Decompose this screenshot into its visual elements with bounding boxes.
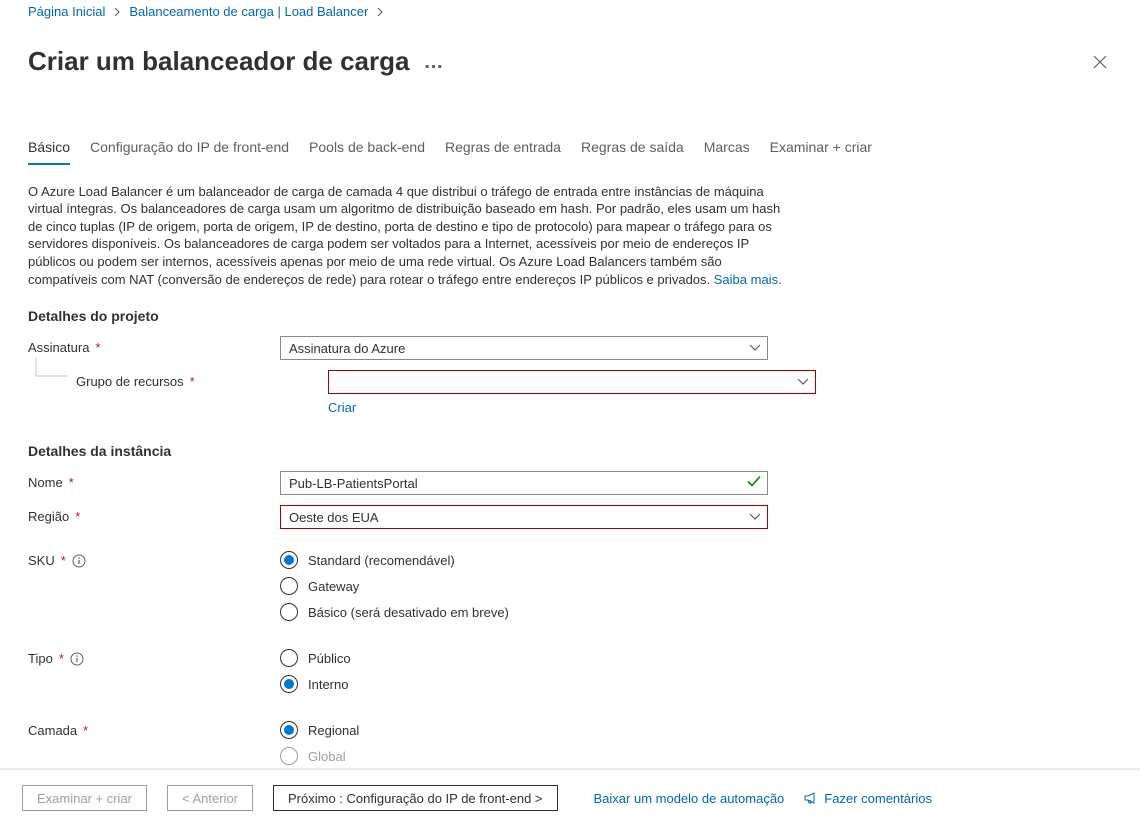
- tab-outbound-rules[interactable]: Regras de saída: [581, 139, 684, 165]
- region-value: Oeste dos EUA: [289, 510, 379, 525]
- radio-icon: [280, 675, 298, 693]
- label-resource-group: Grupo de recursos: [76, 374, 184, 389]
- chevron-down-icon: [797, 378, 809, 386]
- chevron-down-icon: [749, 344, 761, 352]
- chevron-right-icon: [113, 7, 121, 17]
- check-icon: [747, 476, 761, 491]
- sku-gateway-label: Gateway: [308, 579, 359, 594]
- chevron-right-icon: [376, 7, 384, 17]
- create-rg-link[interactable]: Criar: [328, 400, 816, 415]
- feedback-link[interactable]: Fazer comentários: [804, 791, 932, 806]
- page-title: Criar um balanceador de carga …: [28, 46, 444, 77]
- tier-option-global: Global: [280, 747, 768, 765]
- review-create-button: Examinar + criar: [22, 785, 147, 811]
- tab-basic[interactable]: Básico: [28, 139, 70, 165]
- chevron-down-icon: [749, 513, 761, 521]
- resource-group-select[interactable]: [328, 370, 816, 394]
- type-option-internal[interactable]: Interno: [280, 675, 768, 693]
- tabs: Básico Configuração do IP de front-end P…: [28, 139, 1112, 165]
- tab-inbound-rules[interactable]: Regras de entrada: [445, 139, 561, 165]
- tab-frontend-ip[interactable]: Configuração do IP de front-end: [90, 139, 289, 165]
- sku-option-basic[interactable]: Básico (será desativado em breve): [280, 603, 768, 621]
- radio-icon: [280, 721, 298, 739]
- required-star: *: [75, 509, 80, 524]
- radio-icon: [280, 577, 298, 595]
- label-tier: Camada: [28, 723, 77, 738]
- page-title-text: Criar um balanceador de carga: [28, 46, 409, 77]
- tier-radio-group: Regional Global: [280, 719, 768, 765]
- description-body: O Azure Load Balancer é um balanceador d…: [28, 184, 780, 287]
- label-region: Região: [28, 509, 69, 524]
- megaphone-icon: [804, 792, 818, 804]
- previous-button: < Anterior: [167, 785, 253, 811]
- region-select[interactable]: Oeste dos EUA: [280, 505, 768, 529]
- description-text: O Azure Load Balancer é um balanceador d…: [28, 183, 788, 288]
- feedback-label: Fazer comentários: [824, 791, 932, 806]
- type-internal-label: Interno: [308, 677, 348, 692]
- label-name: Nome: [28, 475, 63, 490]
- section-instance-details: Detalhes da instância: [28, 443, 1112, 459]
- tier-global-label: Global: [308, 749, 346, 764]
- radio-icon: [280, 747, 298, 765]
- required-star: *: [69, 475, 74, 490]
- sku-radio-group: Standard (recomendável) Gateway Básico (…: [280, 549, 768, 621]
- breadcrumb-loadbalancer[interactable]: Balanceamento de carga | Load Balancer: [129, 4, 368, 19]
- breadcrumb-home[interactable]: Página Inicial: [28, 4, 105, 19]
- section-project-details: Detalhes do projeto: [28, 308, 1112, 324]
- required-star: *: [190, 374, 195, 389]
- info-icon[interactable]: [70, 652, 84, 666]
- required-star: *: [61, 553, 66, 568]
- required-star: *: [59, 651, 64, 666]
- radio-icon: [280, 603, 298, 621]
- radio-icon: [280, 551, 298, 569]
- required-star: *: [83, 723, 88, 738]
- more-actions-button[interactable]: …: [423, 52, 444, 72]
- info-icon[interactable]: [72, 554, 86, 568]
- radio-icon: [280, 649, 298, 667]
- footer-bar: Examinar + criar < Anterior Próximo : Co…: [0, 768, 1140, 826]
- sku-standard-label: Standard (recomendável): [308, 553, 455, 568]
- breadcrumb: Página Inicial Balanceamento de carga | …: [28, 0, 1112, 19]
- learn-more-link[interactable]: Saiba mais.: [714, 272, 782, 287]
- tree-connector-icon: [32, 358, 68, 386]
- label-sku: SKU: [28, 553, 55, 568]
- type-public-label: Público: [308, 651, 351, 666]
- subscription-select[interactable]: Assinatura do Azure: [280, 336, 768, 360]
- download-template-link[interactable]: Baixar um modelo de automação: [594, 791, 785, 806]
- name-value: Pub-LB-PatientsPortal: [289, 476, 418, 491]
- type-radio-group: Público Interno: [280, 647, 768, 693]
- subscription-value: Assinatura do Azure: [289, 341, 405, 356]
- name-input[interactable]: Pub-LB-PatientsPortal: [280, 471, 768, 495]
- sku-option-standard[interactable]: Standard (recomendável): [280, 551, 768, 569]
- tab-review-create[interactable]: Examinar + criar: [770, 139, 872, 165]
- tier-regional-label: Regional: [308, 723, 359, 738]
- type-option-public[interactable]: Público: [280, 649, 768, 667]
- next-button[interactable]: Próximo : Configuração do IP de front-en…: [273, 785, 558, 811]
- sku-option-gateway[interactable]: Gateway: [280, 577, 768, 595]
- close-icon: [1093, 55, 1107, 69]
- close-button[interactable]: [1088, 50, 1112, 74]
- tier-option-regional[interactable]: Regional: [280, 721, 768, 739]
- tab-tags[interactable]: Marcas: [704, 139, 750, 165]
- label-subscription: Assinatura: [28, 340, 89, 355]
- required-star: *: [95, 340, 100, 355]
- tab-backend-pools[interactable]: Pools de back-end: [309, 139, 425, 165]
- label-type: Tipo: [28, 651, 53, 666]
- sku-basic-label: Básico (será desativado em breve): [308, 605, 509, 620]
